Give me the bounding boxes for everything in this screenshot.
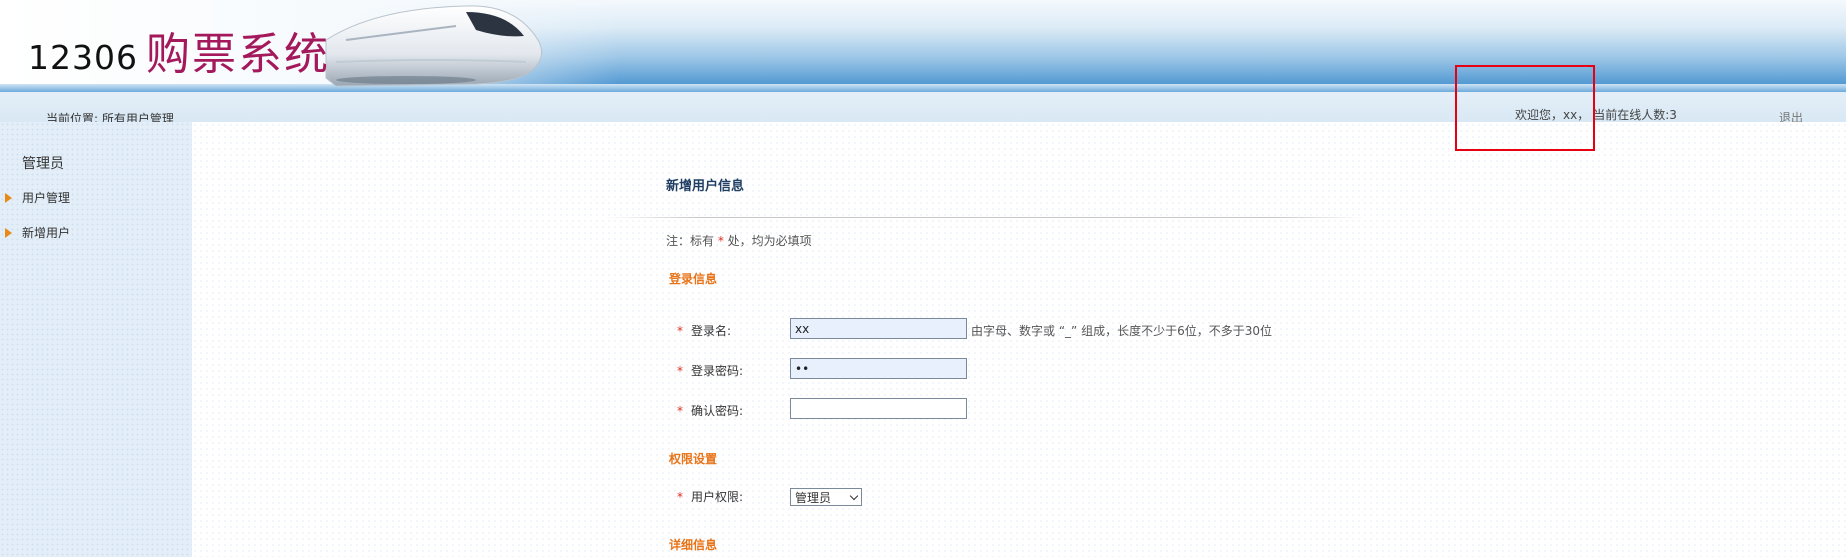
note-prefix: 注：标有 bbox=[666, 234, 715, 248]
confirm-label-text: 确认密码: bbox=[691, 404, 744, 418]
sidebar-title: 管理员 bbox=[22, 156, 64, 172]
required-mark: * bbox=[677, 364, 683, 378]
sidebar-item-user-management[interactable]: 用户管理 bbox=[5, 189, 70, 206]
permission-value: 管理员 bbox=[795, 490, 832, 505]
required-mark: * bbox=[677, 404, 683, 418]
train-icon bbox=[325, 5, 543, 87]
required-mark: * bbox=[677, 490, 683, 504]
triangle-right-icon bbox=[5, 227, 12, 238]
password-label: * 登录密码: bbox=[677, 362, 743, 379]
username-label-text: 登录名: bbox=[691, 324, 732, 338]
sidebar-item-label: 新增用户 bbox=[22, 226, 71, 240]
main-content bbox=[192, 122, 1846, 557]
permission-label: * 用户权限: bbox=[677, 488, 743, 505]
username-hint: 由字母、数字或 “_” 组成，长度不少于6位，不多于30位 bbox=[971, 324, 1272, 338]
confirm-password-label: * 确认密码: bbox=[677, 402, 743, 419]
sidebar-item-add-user[interactable]: 新增用户 bbox=[5, 224, 70, 241]
note-suffix: 处，均为必填项 bbox=[727, 234, 812, 248]
required-mark: * bbox=[677, 324, 683, 338]
password-label-text: 登录密码: bbox=[691, 364, 744, 378]
section-login: 登录信息 bbox=[669, 272, 718, 286]
username-label: * 登录名: bbox=[677, 322, 731, 339]
password-input[interactable] bbox=[790, 358, 967, 379]
required-note: 注：标有 * 处，均为必填项 bbox=[666, 232, 812, 249]
form-divider bbox=[606, 217, 1366, 218]
form-title: 新增用户信息 bbox=[666, 179, 745, 194]
annotation-box bbox=[1455, 65, 1595, 151]
section-permission: 权限设置 bbox=[669, 452, 718, 466]
logo-number: 12306 bbox=[28, 38, 138, 77]
permission-label-text: 用户权限: bbox=[691, 490, 744, 504]
sidebar-item-label: 用户管理 bbox=[22, 191, 71, 205]
chevron-down-icon bbox=[849, 491, 859, 500]
sidebar bbox=[0, 122, 192, 557]
logo-text: 购票系统 bbox=[145, 29, 330, 80]
note-star: * bbox=[717, 234, 724, 248]
app-logo: 12306 购票系统 bbox=[28, 18, 330, 80]
permission-select[interactable]: 管理员 bbox=[790, 488, 862, 506]
online-count: 当前在线人数:3 bbox=[1593, 108, 1677, 122]
section-detail: 详细信息 bbox=[669, 538, 718, 552]
triangle-right-icon bbox=[5, 192, 12, 203]
username-input[interactable] bbox=[790, 318, 967, 339]
confirm-password-input[interactable] bbox=[790, 398, 967, 419]
